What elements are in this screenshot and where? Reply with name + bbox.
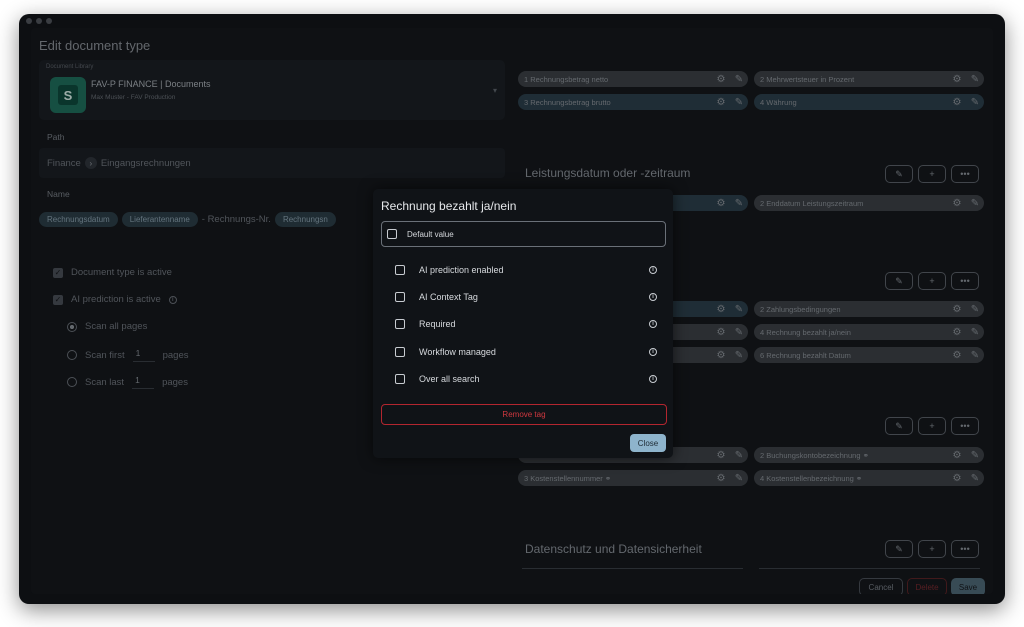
- workflow-managed-option[interactable]: Workflow managed i: [395, 347, 657, 357]
- modal-title: Rechnung bezahlt ja/nein: [381, 199, 517, 213]
- window-controls: [26, 18, 52, 24]
- app-window: Edit document type Document Library S FA…: [19, 14, 1005, 604]
- info-icon[interactable]: i: [649, 320, 657, 328]
- checkbox[interactable]: [395, 265, 405, 275]
- info-icon[interactable]: i: [649, 266, 657, 274]
- info-icon[interactable]: i: [649, 293, 657, 301]
- checkbox[interactable]: [395, 374, 405, 384]
- over-all-search-option[interactable]: Over all search i: [395, 374, 657, 384]
- ai-context-tag-option[interactable]: AI Context Tag i: [395, 292, 657, 302]
- ai-prediction-enabled-option[interactable]: AI prediction enabled i: [395, 265, 657, 275]
- checkbox[interactable]: [395, 319, 405, 329]
- close-button[interactable]: Close: [630, 434, 666, 452]
- maximize-dot[interactable]: [46, 18, 52, 24]
- info-icon[interactable]: i: [649, 348, 657, 356]
- required-option[interactable]: Required i: [395, 319, 657, 329]
- minimize-dot[interactable]: [36, 18, 42, 24]
- default-value-checkbox[interactable]: [387, 229, 397, 239]
- tag-settings-modal: Rechnung bezahlt ja/nein Default value A…: [373, 189, 673, 458]
- close-dot[interactable]: [26, 18, 32, 24]
- remove-tag-button[interactable]: Remove tag: [381, 404, 667, 425]
- checkbox[interactable]: [395, 347, 405, 357]
- checkbox[interactable]: [395, 292, 405, 302]
- info-icon[interactable]: i: [649, 375, 657, 383]
- edit-document-type-dialog: Edit document type Document Library S FA…: [31, 28, 993, 594]
- default-value-field[interactable]: Default value: [381, 221, 666, 247]
